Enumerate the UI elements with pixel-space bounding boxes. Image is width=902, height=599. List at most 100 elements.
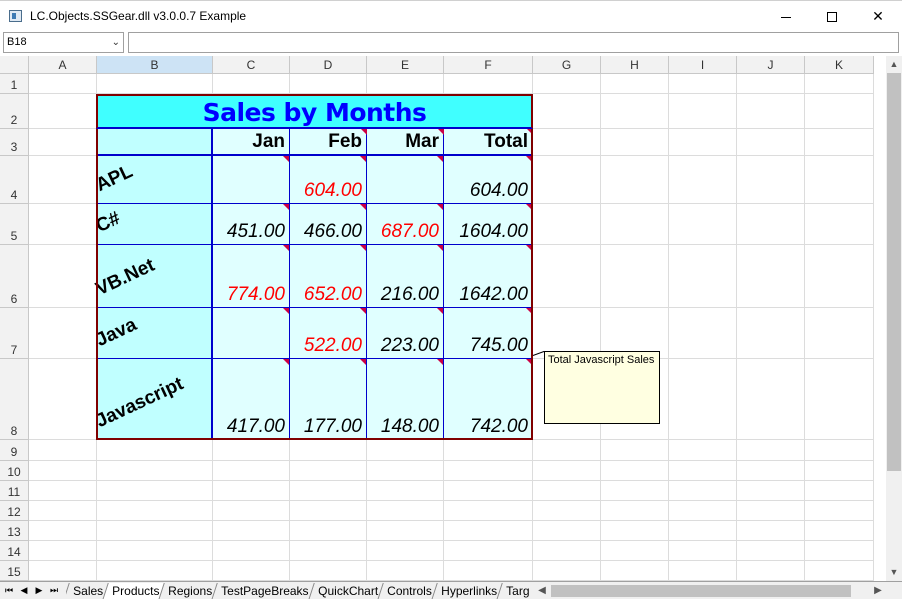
- cell-g5[interactable]: [533, 204, 601, 245]
- sheet-tab-products[interactable]: Products: [102, 583, 166, 599]
- cell-k2[interactable]: [805, 94, 874, 129]
- cell-k9[interactable]: [805, 440, 874, 461]
- sheet-tab-testpagebreaks[interactable]: TestPageBreaks: [211, 583, 315, 599]
- cell-c9[interactable]: [213, 440, 290, 461]
- cell-j4[interactable]: [737, 156, 805, 204]
- cell-k10[interactable]: [805, 461, 874, 481]
- vertical-scroll-thumb[interactable]: [887, 73, 901, 471]
- sheet-tab-hyperlinks[interactable]: Hyperlinks: [430, 583, 503, 599]
- cell-f14[interactable]: [444, 541, 533, 561]
- cell-h10[interactable]: [601, 461, 669, 481]
- cell-j12[interactable]: [737, 501, 805, 521]
- cell-h6[interactable]: [601, 245, 669, 308]
- cell-d14[interactable]: [290, 541, 367, 561]
- cell-h3[interactable]: [601, 129, 669, 156]
- cell-b10[interactable]: [97, 461, 213, 481]
- cell-b9[interactable]: [97, 440, 213, 461]
- row-header-10[interactable]: 10: [0, 461, 29, 481]
- cell-g12[interactable]: [533, 501, 601, 521]
- maximize-button[interactable]: [809, 1, 855, 31]
- cell-a4[interactable]: [29, 156, 97, 204]
- cell-j3[interactable]: [737, 129, 805, 156]
- row-header-2[interactable]: 2: [0, 94, 29, 129]
- cell-i3[interactable]: [669, 129, 737, 156]
- cell-i14[interactable]: [669, 541, 737, 561]
- cell-i2[interactable]: [669, 94, 737, 129]
- row-header-7[interactable]: 7: [0, 308, 29, 359]
- cell-h13[interactable]: [601, 521, 669, 541]
- row-header-11[interactable]: 11: [0, 481, 29, 501]
- cell-b11[interactable]: [97, 481, 213, 501]
- cell-d13[interactable]: [290, 521, 367, 541]
- cell-a11[interactable]: [29, 481, 97, 501]
- select-all-corner[interactable]: [0, 56, 29, 74]
- cell-a9[interactable]: [29, 440, 97, 461]
- column-header-d[interactable]: D: [290, 56, 367, 74]
- spreadsheet-grid[interactable]: A B C D E F G H I J K 1 2 3 4 5 6 7 8 9 10 11 12 13 14 15 Sales by…: [0, 56, 886, 581]
- cell-k5[interactable]: [805, 204, 874, 245]
- cell-g15[interactable]: [533, 561, 601, 581]
- close-button[interactable]: ✕: [855, 1, 901, 31]
- scroll-right-icon[interactable]: ▶: [870, 583, 886, 599]
- cell-g6[interactable]: [533, 245, 601, 308]
- column-header-a[interactable]: A: [29, 56, 97, 74]
- cell-a7[interactable]: [29, 308, 97, 359]
- cell-d1[interactable]: [290, 74, 367, 94]
- cell-i4[interactable]: [669, 156, 737, 204]
- cell-a14[interactable]: [29, 541, 97, 561]
- row-header-6[interactable]: 6: [0, 245, 29, 308]
- cell-k11[interactable]: [805, 481, 874, 501]
- column-header-g[interactable]: G: [533, 56, 601, 74]
- cell-c11[interactable]: [213, 481, 290, 501]
- cell-j15[interactable]: [737, 561, 805, 581]
- cell-k8[interactable]: [805, 359, 874, 440]
- vertical-scrollbar[interactable]: ▲ ▼: [886, 56, 902, 581]
- row-header-13[interactable]: 13: [0, 521, 29, 541]
- cell-k1[interactable]: [805, 74, 874, 94]
- cell-d11[interactable]: [290, 481, 367, 501]
- row-header-14[interactable]: 14: [0, 541, 29, 561]
- row-header-5[interactable]: 5: [0, 204, 29, 245]
- cell-c14[interactable]: [213, 541, 290, 561]
- row-header-15[interactable]: 15: [0, 561, 29, 581]
- cell-a8[interactable]: [29, 359, 97, 440]
- cell-j2[interactable]: [737, 94, 805, 129]
- column-header-k[interactable]: K: [805, 56, 874, 74]
- cell-b12[interactable]: [97, 501, 213, 521]
- cell-k15[interactable]: [805, 561, 874, 581]
- cell-g13[interactable]: [533, 521, 601, 541]
- sheet-tab-quickchart[interactable]: QuickChart: [308, 583, 384, 599]
- cell-g10[interactable]: [533, 461, 601, 481]
- cell-c10[interactable]: [213, 461, 290, 481]
- column-header-b[interactable]: B: [97, 56, 213, 74]
- column-header-h[interactable]: H: [601, 56, 669, 74]
- cell-k7[interactable]: [805, 308, 874, 359]
- horizontal-scroll-thumb[interactable]: [551, 585, 851, 597]
- cell-h4[interactable]: [601, 156, 669, 204]
- cell-e11[interactable]: [367, 481, 444, 501]
- cell-j6[interactable]: [737, 245, 805, 308]
- cell-j7[interactable]: [737, 308, 805, 359]
- cell-i7[interactable]: [669, 308, 737, 359]
- cell-g11[interactable]: [533, 481, 601, 501]
- cell-i5[interactable]: [669, 204, 737, 245]
- cell-a6[interactable]: [29, 245, 97, 308]
- cell-d10[interactable]: [290, 461, 367, 481]
- cell-e13[interactable]: [367, 521, 444, 541]
- cell-a3[interactable]: [29, 129, 97, 156]
- cell-d9[interactable]: [290, 440, 367, 461]
- cell-i1[interactable]: [669, 74, 737, 94]
- sheet-tab-controls[interactable]: Controls: [377, 583, 438, 599]
- cell-i10[interactable]: [669, 461, 737, 481]
- cell-i9[interactable]: [669, 440, 737, 461]
- name-box[interactable]: B18 ⌄: [3, 32, 124, 53]
- cell-i6[interactable]: [669, 245, 737, 308]
- cell-e12[interactable]: [367, 501, 444, 521]
- cell-k13[interactable]: [805, 521, 874, 541]
- cell-e15[interactable]: [367, 561, 444, 581]
- cell-j10[interactable]: [737, 461, 805, 481]
- first-sheet-icon[interactable]: ⏮: [3, 584, 15, 597]
- cell-b15[interactable]: [97, 561, 213, 581]
- cell-j11[interactable]: [737, 481, 805, 501]
- scroll-up-icon[interactable]: ▲: [886, 56, 902, 73]
